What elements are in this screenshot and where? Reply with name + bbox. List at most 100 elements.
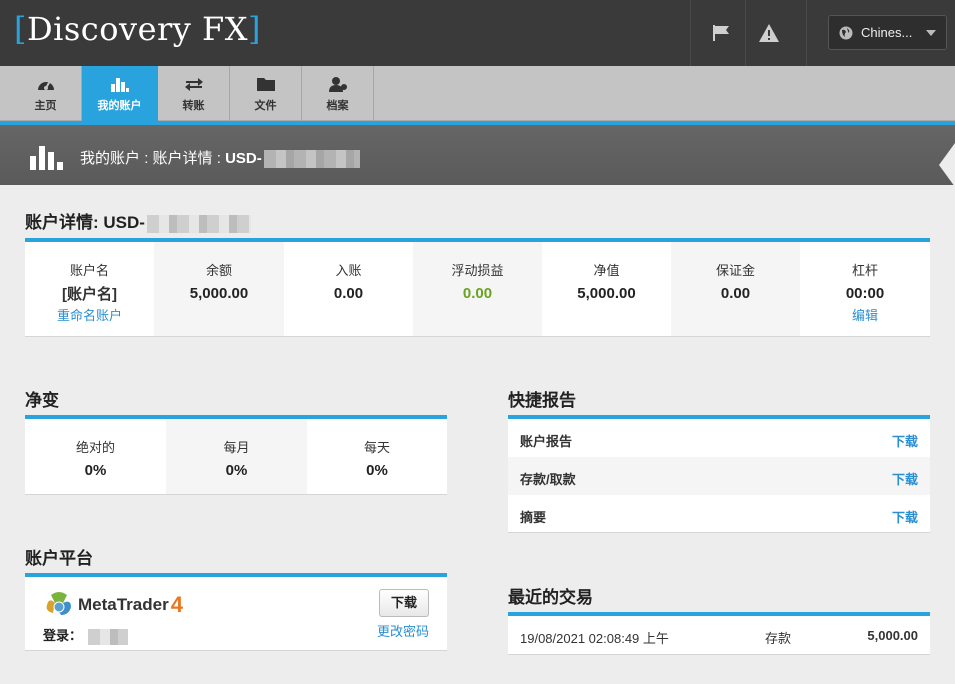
- language-select[interactable]: Chines...: [828, 15, 947, 50]
- account-details-panel: 账户名 [账户名] 重命名账户 余额 5,000.00 入账 0.00 浮动损益…: [25, 238, 930, 337]
- globe-icon: [839, 26, 853, 39]
- trade-datetime: 19/08/2021 02:08:49 上午: [520, 631, 669, 646]
- bar-chart-icon: [30, 142, 66, 175]
- metatrader-icon: [46, 592, 71, 615]
- nav-item-transfer[interactable]: 转账: [158, 66, 230, 121]
- logo[interactable]: [Discovery FX]: [14, 10, 261, 48]
- nav-label: 我的账户: [97, 99, 142, 112]
- absolute-change-value: 0%: [84, 462, 107, 479]
- platform-version: 4: [170, 592, 183, 617]
- account-platform-title: 账户平台: [25, 549, 93, 568]
- edit-leverage-link[interactable]: 编辑: [800, 305, 930, 324]
- logo-bracket-close: ]: [248, 10, 262, 48]
- report-name: 摘要: [520, 510, 547, 525]
- deposit-cell: 入账 0.00: [284, 242, 413, 336]
- report-row: 存款/取款 下载: [508, 457, 930, 495]
- account-name-value: [账户名]: [62, 286, 117, 303]
- deposit-value: 0.00: [333, 285, 364, 302]
- breadcrumb-separator: :: [216, 150, 221, 167]
- quick-reports-panel: 账户报告 下载 存款/取款 下载 摘要 下载: [508, 415, 930, 533]
- report-row: 账户报告 下载: [508, 419, 930, 457]
- platform-download-button[interactable]: 下载: [379, 589, 429, 617]
- main-nav: 主页 我的账户 转账 文件 档案: [0, 66, 955, 128]
- leverage-value: 00:00: [845, 285, 885, 302]
- metatrader-logo: MetaTrader 4: [43, 591, 183, 619]
- report-name: 存款/取款: [520, 472, 576, 487]
- net-change-panel: 绝对的 0% 每月 0% 每天 0%: [25, 415, 447, 495]
- top-header: [Discovery FX] Chines...: [0, 0, 955, 66]
- floating-pnl-value: 0.00: [462, 285, 493, 302]
- daily-change-cell: 每天 0%: [307, 419, 447, 494]
- account-name-label: 账户名: [69, 263, 109, 278]
- deposit-label: 入账: [335, 263, 362, 278]
- account-platform-panel: MetaTrader 4 登录： 下载 更改密码: [25, 573, 447, 651]
- folder-icon: [255, 75, 277, 93]
- margin-label: 保证金: [715, 263, 755, 278]
- nav-label: 转账: [182, 99, 205, 112]
- header-divider: [806, 0, 807, 66]
- floating-pnl-label: 浮动损益: [451, 263, 504, 278]
- side-panel-tab[interactable]: [939, 143, 955, 187]
- recent-trades-title: 最近的交易: [508, 588, 593, 607]
- flag-icon[interactable]: [711, 22, 733, 44]
- logo-text: Discovery FX: [26, 10, 249, 48]
- account-details-title: 账户详情: USD-: [25, 208, 251, 233]
- breadcrumb: 我的账户 : 账户详情 : USD-: [80, 147, 360, 169]
- report-download-link[interactable]: 下载: [892, 469, 918, 488]
- logo-bracket-open: [: [14, 10, 27, 48]
- balance-value: 5,000.00: [189, 285, 249, 302]
- warning-icon[interactable]: [758, 22, 780, 44]
- breadcrumb-account-id: USD-: [225, 150, 262, 167]
- report-download-link[interactable]: 下载: [892, 507, 918, 526]
- dashboard-icon: [35, 75, 57, 93]
- bar-chart-icon: [109, 75, 131, 93]
- language-label: Chines...: [861, 25, 913, 40]
- nav-item-my-account[interactable]: 我的账户: [82, 66, 158, 128]
- leverage-cell: 杠杆 00:00 编辑: [800, 242, 930, 336]
- monthly-change-value: 0%: [225, 462, 248, 479]
- chevron-down-icon: [926, 30, 936, 36]
- breadcrumb-account-details: 账户详情: [152, 150, 213, 167]
- margin-cell: 保证金 0.00: [671, 242, 800, 336]
- report-download-link[interactable]: 下载: [892, 431, 918, 450]
- balance-label: 余额: [205, 263, 232, 278]
- equity-cell: 净值 5,000.00: [542, 242, 671, 336]
- redacted-account-number: [263, 150, 360, 169]
- monthly-change-cell: 每月 0%: [166, 419, 307, 494]
- monthly-change-label: 每月: [223, 440, 250, 455]
- platform-name: MetaTrader: [78, 595, 169, 614]
- absolute-change-label: 绝对的: [75, 440, 115, 455]
- equity-value: 5,000.00: [577, 285, 636, 302]
- nav-item-profile[interactable]: 档案: [302, 66, 374, 121]
- quick-reports-title: 快捷报告: [508, 391, 576, 410]
- transfer-icon: [183, 75, 205, 93]
- profile-icon: [327, 75, 349, 93]
- breadcrumb-band: 我的账户 : 账户详情 : USD-: [0, 125, 955, 185]
- recent-trades-panel: 19/08/2021 02:08:49 上午 存款 5,000.00: [508, 612, 930, 655]
- redacted-account-number: [146, 214, 251, 233]
- nav-item-home[interactable]: 主页: [10, 66, 82, 121]
- nav-label: 文件: [254, 99, 277, 112]
- rename-account-link[interactable]: 重命名账户: [25, 305, 154, 324]
- report-name: 账户报告: [520, 434, 573, 449]
- login-row: 登录：: [43, 625, 129, 645]
- floating-pnl-cell: 浮动损益 0.00: [413, 242, 542, 336]
- header-divider: [745, 0, 746, 66]
- absolute-change-cell: 绝对的 0%: [25, 419, 166, 494]
- margin-value: 0.00: [720, 285, 751, 302]
- trade-type: 存款: [765, 631, 792, 646]
- change-password-link[interactable]: 更改密码: [377, 621, 429, 640]
- report-row: 摘要 下载: [508, 495, 930, 533]
- equity-label: 净值: [593, 263, 620, 278]
- account-name-cell: 账户名 [账户名] 重命名账户: [25, 242, 154, 336]
- daily-change-value: 0%: [366, 462, 388, 479]
- login-label: 登录：: [43, 628, 83, 643]
- balance-cell: 余额 5,000.00: [154, 242, 284, 336]
- leverage-label: 杠杆: [851, 263, 878, 278]
- net-change-title: 净变: [25, 391, 59, 410]
- breadcrumb-my-account[interactable]: 我的账户: [80, 150, 140, 167]
- nav-item-documents[interactable]: 文件: [230, 66, 302, 121]
- trade-amount: 5,000.00: [867, 628, 918, 643]
- redacted-login: [88, 628, 129, 645]
- nav-label: 档案: [326, 99, 349, 112]
